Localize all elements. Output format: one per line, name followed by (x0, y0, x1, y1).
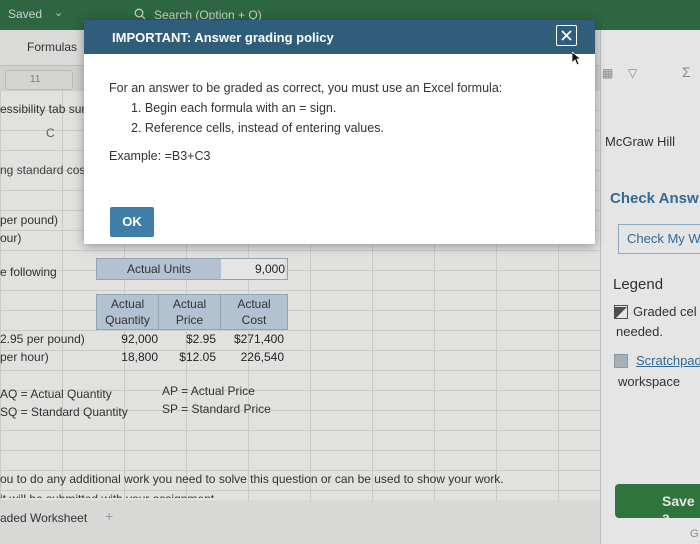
grading-policy-dialog: IMPORTANT: Answer grading policy For an … (84, 20, 595, 244)
dialog-header: IMPORTANT: Answer grading policy (84, 20, 595, 54)
dialog-example: Example: =B3+C3 (109, 149, 211, 163)
dialog-instruction: For an answer to be graded as correct, y… (109, 81, 503, 95)
dialog-title: IMPORTANT: Answer grading policy (112, 30, 334, 45)
dialog-step: 1. Begin each formula with an = sign. (131, 101, 337, 115)
close-button[interactable] (556, 25, 577, 46)
dialog-body: For an answer to be graded as correct, y… (84, 54, 595, 244)
close-icon (561, 30, 572, 41)
dialog-step: 2. Reference cells, instead of entering … (131, 121, 384, 135)
mouse-cursor-icon (572, 52, 582, 66)
ok-button[interactable]: OK (110, 207, 154, 237)
